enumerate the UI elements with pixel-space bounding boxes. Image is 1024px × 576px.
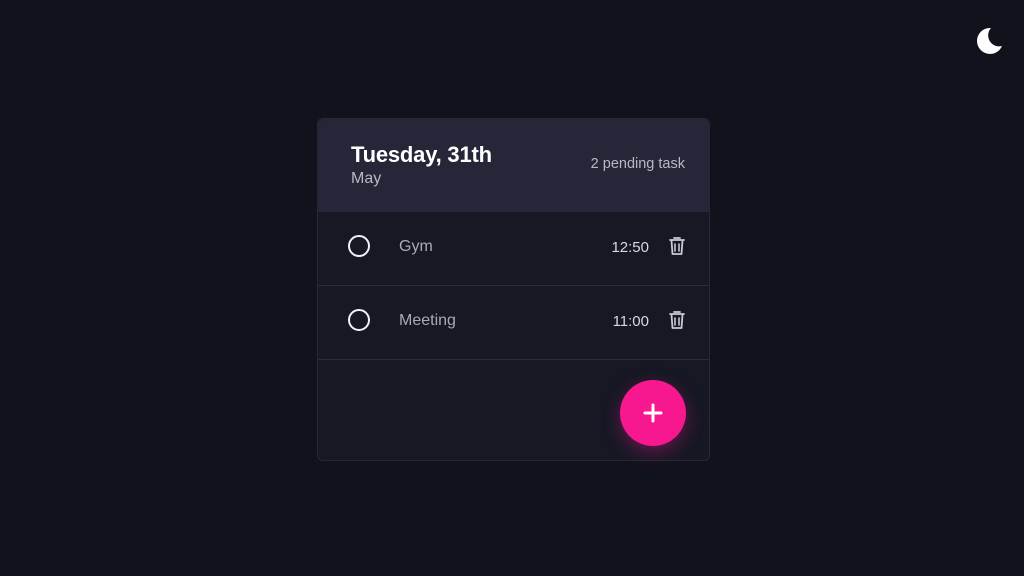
task-checkbox[interactable] (348, 235, 370, 257)
task-row: Gym 12:50 (318, 212, 709, 286)
task-name: Gym (399, 238, 433, 255)
trash-icon (669, 311, 685, 329)
moon-icon (977, 27, 1002, 54)
task-name: Meeting (399, 312, 456, 329)
task-row: Meeting 11:00 (318, 286, 709, 360)
date-title: Tuesday, 31th (351, 142, 492, 167)
task-time: 11:00 (612, 313, 649, 330)
task-time: 12:50 (611, 239, 649, 256)
theme-toggle-button[interactable] (974, 26, 1004, 56)
add-task-button[interactable] (620, 380, 686, 446)
date-month: May (351, 170, 382, 187)
delete-task-button[interactable] (668, 236, 686, 256)
delete-task-button[interactable] (668, 310, 686, 330)
trash-icon (669, 237, 685, 255)
task-checkbox[interactable] (348, 309, 370, 331)
card-header: Tuesday, 31th May 2 pending task (318, 119, 709, 212)
pending-count: 2 pending task (590, 156, 685, 172)
plus-icon (643, 403, 663, 423)
todo-card: Tuesday, 31th May 2 pending task Gym 12:… (317, 118, 710, 461)
